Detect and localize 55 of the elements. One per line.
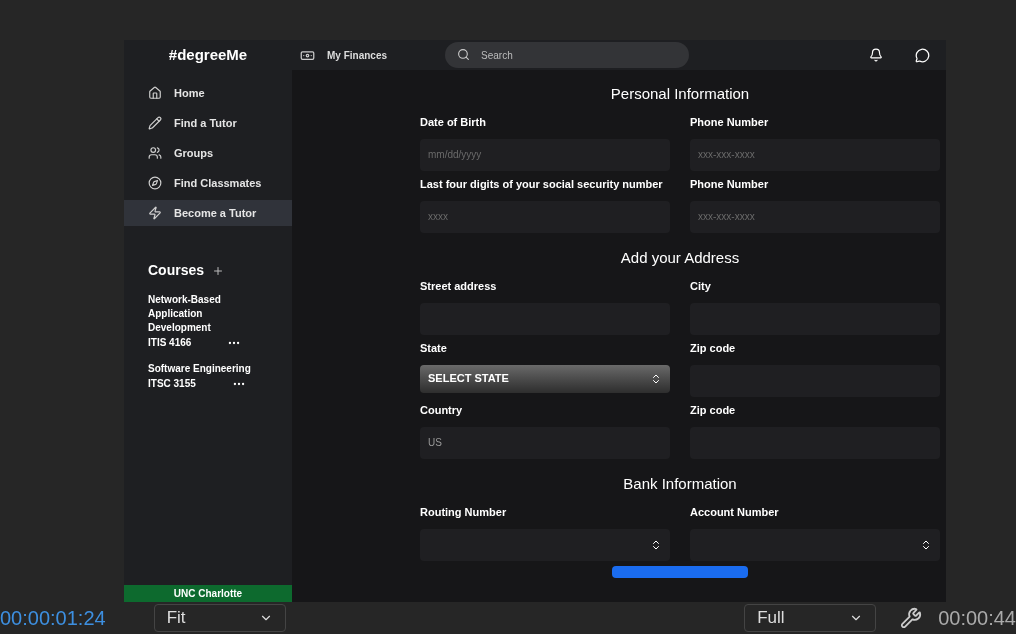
field-label: Country — [420, 403, 464, 418]
section-title: Courses — [148, 261, 205, 280]
section-heading: Bank Information — [623, 473, 737, 494]
field-label: Last four digits of your social security number — [420, 177, 664, 192]
nav-icon — [148, 86, 162, 100]
nav-icon — [148, 176, 162, 190]
spinner-icon — [920, 538, 932, 551]
bell-icon[interactable] — [869, 48, 883, 62]
sidebar-item[interactable]: Find a Tutor — [124, 110, 292, 136]
input-field[interactable]: mm/dd/yyyy — [420, 138, 670, 171]
field-label: Phone Number — [690, 177, 770, 192]
field-label: Zip code — [690, 341, 737, 356]
updown-arrows-icon — [650, 372, 662, 385]
settings-icon[interactable] — [900, 607, 923, 629]
field-label: State — [420, 341, 448, 356]
course-name[interactable]: Network-Based Application Development — [148, 293, 268, 335]
field-label: Date of Birth — [420, 115, 487, 130]
field-label: Phone Number — [690, 115, 770, 130]
field-label: Zip code — [690, 403, 737, 418]
input-field[interactable]: US — [420, 426, 670, 459]
nav-icon — [148, 206, 162, 220]
timecode: 00:00:01:24 — [0, 606, 106, 631]
footer-bar: UNC Charlotte — [124, 585, 292, 602]
input-field[interactable]: xxx-xxx-xxxx — [690, 138, 940, 171]
sidebar-item[interactable]: Become a Tutor — [124, 200, 292, 226]
search-field[interactable]: Search — [445, 42, 690, 69]
search-icon — [457, 47, 471, 61]
section-heading: Add your Address — [620, 247, 740, 268]
field-label: Account Number — [690, 505, 780, 520]
number-field[interactable] — [690, 528, 940, 561]
input-field[interactable]: xxxx — [420, 200, 670, 233]
nav-link[interactable]: My Finances — [327, 47, 388, 63]
course-code: ITSC 3155 — [148, 377, 196, 391]
sidebar-item[interactable]: Home — [124, 80, 292, 106]
field-label: Street address — [420, 279, 498, 294]
nav-icon — [148, 146, 162, 160]
chat-icon[interactable] — [915, 47, 930, 63]
section-heading: Personal Information — [610, 83, 750, 104]
sidebar-item[interactable]: Find Classmates — [124, 170, 292, 196]
submit-button[interactable] — [612, 566, 748, 578]
field-label: City — [690, 279, 712, 294]
state-select[interactable]: SELECT STATE — [420, 364, 670, 393]
logo: #degreeMe — [168, 44, 248, 65]
nav-icon — [148, 116, 162, 130]
number-field[interactable] — [420, 528, 670, 561]
resolution-dropdown[interactable]: Full — [744, 604, 877, 632]
course-code: ITIS 4166 — [148, 336, 192, 350]
sidebar-item[interactable]: Groups — [124, 140, 292, 166]
spinner-icon — [650, 538, 662, 551]
course-name[interactable]: Software Engineering — [148, 362, 268, 376]
zoom-dropdown[interactable]: Fit — [153, 604, 286, 632]
field-label: Routing Number — [420, 505, 508, 520]
add-icon[interactable] — [212, 264, 225, 277]
input-field[interactable]: xxx-xxx-xxxx — [690, 200, 940, 233]
duration: 00:00:44 — [938, 606, 1016, 631]
